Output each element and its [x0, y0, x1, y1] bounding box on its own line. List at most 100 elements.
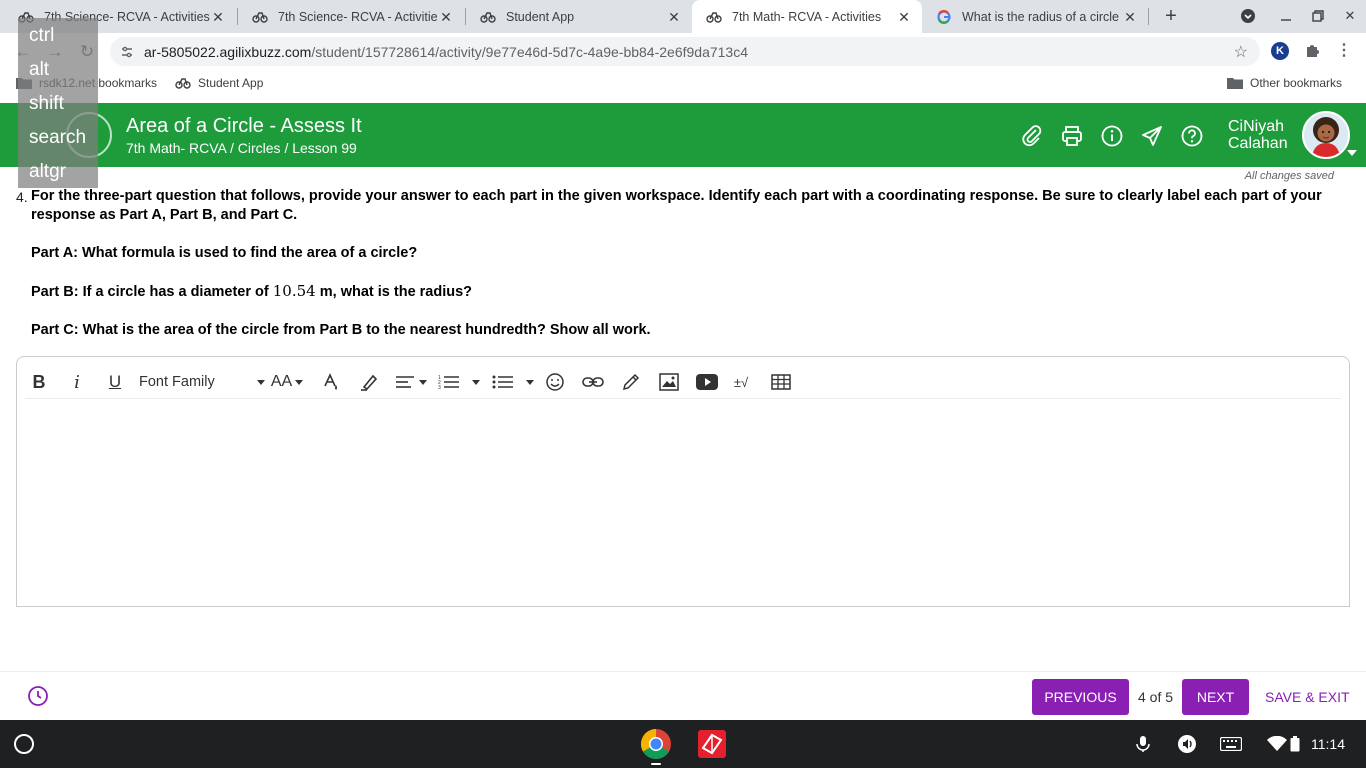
- buzz-icon: [252, 9, 268, 25]
- part-b-prefix: Part B: If a circle has a diameter of: [31, 284, 269, 300]
- restore-icon[interactable]: [1307, 6, 1329, 26]
- save-and-exit-link[interactable]: SAVE & EXIT: [1265, 689, 1350, 705]
- bullet-list-dropdown[interactable]: [489, 369, 537, 395]
- browser-tab-4-active[interactable]: 7th Math- RCVA - Activities ✕: [692, 0, 922, 33]
- tab-search-icon[interactable]: [1237, 6, 1259, 26]
- user-first-name: CiNiyah: [1228, 118, 1285, 135]
- modifier-alt: alt: [29, 59, 50, 80]
- chevron-down-icon: [295, 379, 304, 385]
- question-number: 4.: [16, 189, 28, 205]
- close-icon[interactable]: ✕: [1122, 9, 1138, 25]
- part-b-suffix: m, what is the radius?: [319, 284, 473, 300]
- answer-editor: B i U Font Family AA 123 ±√: [16, 356, 1350, 607]
- keyboard-icon[interactable]: [1220, 733, 1242, 755]
- microphone-icon[interactable]: [1132, 733, 1154, 755]
- avatar[interactable]: [1302, 111, 1350, 159]
- special-characters-button[interactable]: ±√: [729, 369, 753, 395]
- close-window-icon[interactable]: ✕: [1339, 6, 1361, 26]
- bookmark-star-icon[interactable]: ☆: [1234, 42, 1248, 62]
- send-icon[interactable]: [1140, 124, 1164, 148]
- question-text: For the three-part question that follows…: [31, 187, 1331, 359]
- page-title: Area of a Circle - Assess It: [126, 115, 362, 137]
- emoji-icon[interactable]: [543, 369, 567, 395]
- close-icon[interactable]: ✕: [666, 9, 682, 25]
- align-dropdown[interactable]: [393, 369, 429, 395]
- extensions-puzzle-icon[interactable]: [1303, 42, 1321, 60]
- menu-kebab-icon[interactable]: ⋮: [1335, 42, 1353, 60]
- folder-icon: [1227, 76, 1243, 90]
- minimize-icon[interactable]: [1275, 6, 1297, 26]
- address-bar[interactable]: ar-5805022.agilixbuzz.com/student/157728…: [110, 37, 1260, 66]
- buzz-icon: [480, 9, 496, 25]
- user-name[interactable]: CiNiyah Calahan: [1228, 118, 1288, 152]
- insert-table-icon[interactable]: [769, 369, 793, 395]
- other-bookmarks[interactable]: Other bookmarks: [1227, 76, 1342, 90]
- modifier-ctrl: ctrl: [29, 25, 55, 46]
- close-icon[interactable]: ✕: [896, 9, 912, 25]
- help-icon[interactable]: [1180, 124, 1204, 148]
- url-host: ar-5805022.agilixbuzz.com: [144, 43, 312, 60]
- browser-tab-strip: 7th Science- RCVA - Activities ✕ 7th Sci…: [0, 0, 1366, 33]
- close-icon[interactable]: ✕: [438, 9, 454, 25]
- bookmark-student-app[interactable]: Student App: [175, 76, 263, 90]
- modifier-keys-overlay: ctrl alt shift search altgr: [18, 18, 98, 188]
- paperclip-icon[interactable]: [1020, 124, 1044, 148]
- insert-image-icon[interactable]: [657, 369, 681, 395]
- italic-button[interactable]: i: [65, 369, 89, 395]
- link-icon[interactable]: [581, 369, 605, 395]
- font-family-dropdown[interactable]: Font Family: [139, 369, 265, 395]
- info-icon[interactable]: [1100, 124, 1124, 148]
- tab-label: Student App: [506, 9, 575, 24]
- page-indicator: 4 of 5: [1138, 689, 1174, 705]
- k-extension-icon[interactable]: K: [1271, 42, 1289, 60]
- close-icon[interactable]: ✕: [210, 9, 226, 25]
- user-last-name: Calahan: [1228, 135, 1288, 152]
- print-icon[interactable]: [1060, 124, 1084, 148]
- previous-button[interactable]: PREVIOUS: [1032, 679, 1129, 715]
- clock-time[interactable]: 11:14: [1311, 736, 1345, 752]
- ordered-list-dropdown[interactable]: 123: [435, 369, 483, 395]
- bold-button[interactable]: B: [27, 369, 51, 395]
- browser-toolbar: ← → ↻ ar-5805022.agilixbuzz.com/student/…: [0, 33, 1366, 70]
- breadcrumb: 7th Math- RCVA / Circles / Lesson 99: [126, 140, 357, 156]
- battery-icon[interactable]: [1288, 733, 1302, 755]
- select-to-speak-icon[interactable]: [1176, 733, 1198, 755]
- google-icon: [936, 9, 952, 25]
- launcher-icon[interactable]: [14, 734, 34, 754]
- modifier-altgr: altgr: [29, 161, 66, 182]
- modifier-search: search: [29, 127, 87, 148]
- part-b-diameter: 10.54: [272, 282, 316, 300]
- chevron-down-icon: [472, 379, 480, 385]
- text-color-icon[interactable]: [319, 369, 343, 395]
- wifi-icon[interactable]: [1266, 733, 1288, 755]
- activity-footer: PREVIOUS 4 of 5 NEXT SAVE & EXIT: [0, 671, 1366, 720]
- save-status: All changes saved: [1244, 170, 1334, 182]
- chrome-icon[interactable]: [640, 728, 672, 760]
- other-bookmarks-label: Other bookmarks: [1250, 76, 1343, 90]
- new-tab-plus-icon[interactable]: +: [1160, 5, 1182, 27]
- site-info-icon[interactable]: [120, 45, 134, 59]
- question-part-c: Part C: What is the area of the circle f…: [31, 322, 651, 338]
- highlighter-icon[interactable]: [357, 369, 381, 395]
- chevron-down-icon: [526, 379, 534, 385]
- font-size-dropdown[interactable]: AA: [269, 369, 305, 395]
- underline-button[interactable]: U: [103, 369, 127, 395]
- insert-video-icon[interactable]: [695, 369, 719, 395]
- editor-toolbar: B i U Font Family AA 123 ±√: [25, 365, 1341, 399]
- browser-tab-2[interactable]: 7th Science- RCVA - Activities ✕: [238, 0, 464, 33]
- font-size-label: AA: [270, 373, 293, 390]
- bookmarks-bar: rsdk12.net bookmarks Student App Other b…: [0, 70, 1366, 98]
- browser-tab-5[interactable]: What is the radius of a circle w ✕: [922, 0, 1148, 33]
- browser-tab-3[interactable]: Student App ✕: [466, 0, 692, 33]
- answer-text-area[interactable]: [29, 409, 1337, 599]
- app-header: Area of a Circle - Assess It 7th Math- R…: [0, 103, 1366, 167]
- question-part-b: Part B: If a circle has a diameter of 10…: [31, 282, 1331, 302]
- chevron-down-icon[interactable]: [1347, 150, 1357, 156]
- sketchup-icon[interactable]: [696, 728, 728, 760]
- clock-icon[interactable]: [27, 685, 49, 707]
- tab-separator: [1148, 8, 1149, 25]
- url-path: /student/157728614/activity/9e77e46d-5d7…: [311, 43, 749, 60]
- drawing-pencil-icon[interactable]: [619, 369, 643, 395]
- next-button[interactable]: NEXT: [1182, 679, 1249, 715]
- os-shelf: 11:14: [0, 720, 1366, 768]
